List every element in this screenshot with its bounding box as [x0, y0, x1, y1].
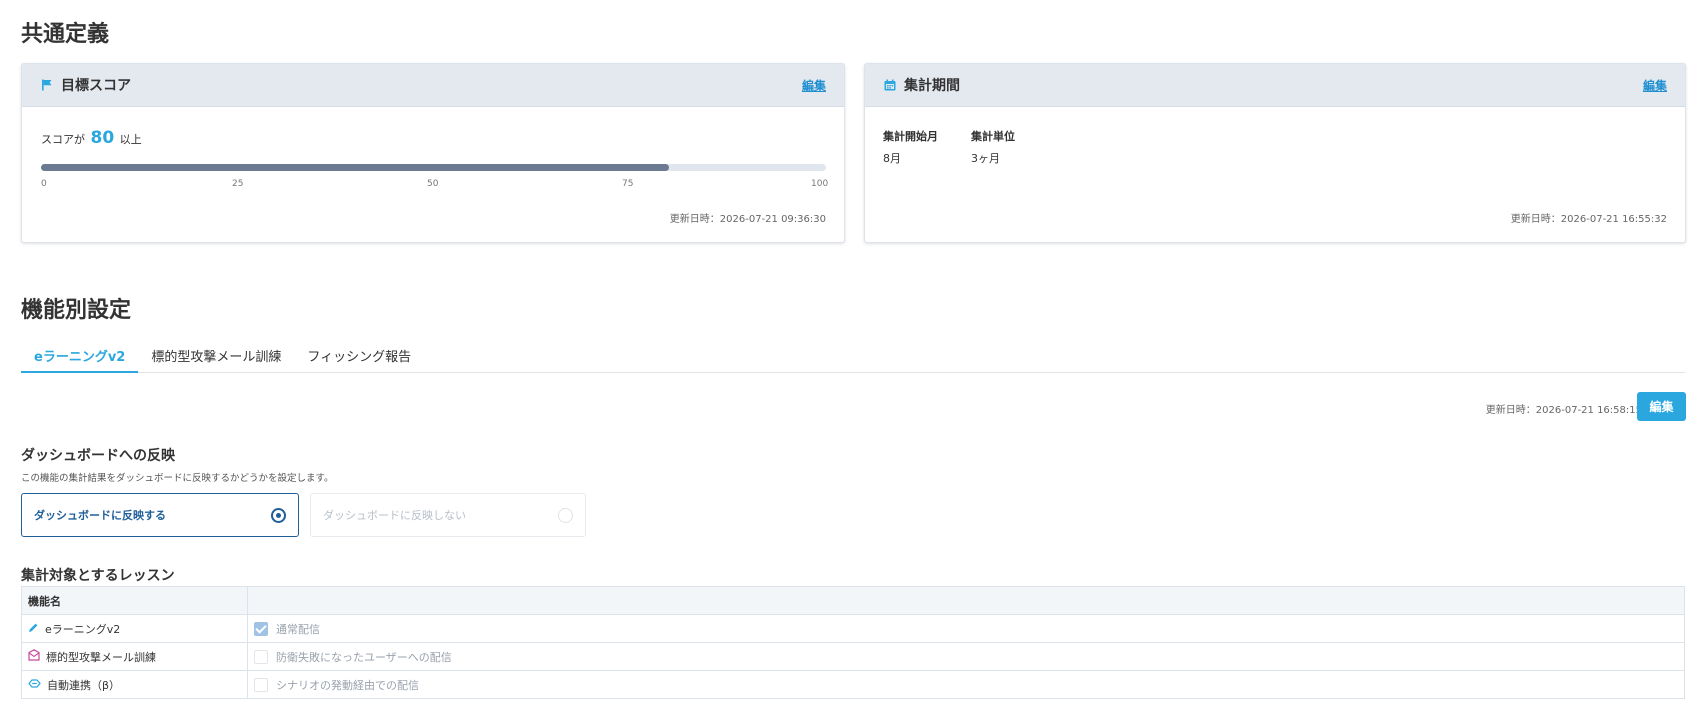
radio-dashboard-not-reflect[interactable]: ダッシュボードに反映しない [310, 493, 586, 537]
row-name-label: 自動連携（β） [47, 678, 121, 692]
period-start-label: 集計開始月 [883, 130, 938, 143]
row-name-targeted-attack: 標的型攻撃メール訓練 [28, 649, 241, 665]
target-score-title: 目標スコア [61, 78, 131, 94]
checkbox-scenario-delivery[interactable] [254, 677, 268, 692]
period-unit-value: 3ヶ月 [971, 152, 1000, 165]
table-header-empty [247, 586, 1685, 615]
dashboard-title: ダッシュボードへの反映 [21, 448, 175, 464]
target-score-edit-link[interactable]: 編集 [802, 77, 826, 94]
score-tick-0: 0 [41, 179, 47, 189]
row-name-auto-link: 自動連携（β） [28, 677, 241, 693]
radio-dashboard-not-reflect-label: ダッシュボードに反映しない [323, 509, 466, 522]
flag-icon [41, 79, 53, 91]
table-row: eラーニングv2 通常配信 [21, 614, 1685, 643]
row-option-label: シナリオの発動経由での配信 [276, 678, 419, 692]
score-progress-track [41, 164, 826, 171]
period-unit-label: 集計単位 [971, 130, 1015, 143]
table-header-row: 機能名 [21, 586, 1685, 615]
score-value: 80 [90, 128, 115, 148]
lessons-title: 集計対象とするレッスン [21, 568, 175, 584]
row-name-elearning: eラーニングv2 [28, 621, 241, 637]
feature-section-title: 機能別設定 [21, 298, 132, 323]
period-values: 集計開始月 8月 集計単位 3ヶ月 [883, 128, 1015, 166]
radio-selected-icon [271, 507, 286, 523]
radio-unselected-icon [558, 507, 573, 523]
feature-updated: 更新日時：2026-07-21 16:58:15 [1485, 405, 1642, 416]
row-option-auto-link: シナリオの発動経由での配信 [254, 677, 1678, 693]
pencil-icon [28, 622, 39, 636]
tab-phishing-report[interactable]: フィッシング報告 [294, 341, 424, 373]
period-edit-link[interactable]: 編集 [1643, 77, 1667, 94]
feature-edit-button[interactable]: 編集 [1637, 392, 1686, 421]
row-option-elearning: 通常配信 [254, 621, 1678, 637]
period-header: 集計期間 編集 [865, 64, 1685, 107]
checkbox-failed-user-delivery[interactable] [254, 649, 268, 664]
score-progress-fill [41, 164, 669, 171]
target-score-header: 目標スコア 編集 [22, 64, 844, 107]
row-name-label: 標的型攻撃メール訓練 [46, 650, 156, 664]
dashboard-description: この機能の集計結果をダッシュボードに反映するかどうかを設定します。 [21, 473, 334, 484]
period-unit: 集計単位 3ヶ月 [971, 128, 1015, 166]
table-header-name: 機能名 [21, 586, 248, 615]
score-tick-25: 25 [232, 179, 244, 189]
link-icon [28, 678, 41, 692]
period-title: 集計期間 [904, 78, 960, 94]
settings-page: 共通定義 目標スコア 編集 スコアが 80 以上 0 25 50 75 100 … [0, 0, 1698, 706]
table-row: 自動連携（β） シナリオの発動経由での配信 [21, 670, 1685, 699]
lessons-table: 機能名 eラーニングv2 通常配信 標的型攻撃メール訓練 防衛失敗になったユーザ… [21, 586, 1685, 699]
tab-targeted-attack-training[interactable]: 標的型攻撃メール訓練 [138, 341, 294, 373]
row-option-label: 通常配信 [276, 622, 320, 636]
mail-shield-icon [28, 649, 40, 664]
target-score-updated: 更新日時：2026-07-21 09:36:30 [669, 214, 826, 225]
common-section-title: 共通定義 [21, 22, 110, 47]
checkbox-regular-delivery[interactable] [254, 621, 268, 636]
tab-elearning-v2[interactable]: eラーニングv2 [21, 341, 139, 373]
period-card: 集計期間 編集 集計開始月 8月 集計単位 3ヶ月 更新日時：2026-07-2… [864, 63, 1686, 243]
period-start-value: 8月 [883, 152, 901, 165]
row-option-targeted-attack: 防衛失敗になったユーザーへの配信 [254, 649, 1678, 665]
calendar-icon [884, 79, 896, 91]
period-start: 集計開始月 8月 [883, 128, 971, 166]
feature-tabs: eラーニングv2 標的型攻撃メール訓練 フィッシング報告 [21, 341, 1685, 373]
score-tick-75: 75 [622, 179, 634, 189]
radio-dashboard-reflect-label: ダッシュボードに反映する [34, 509, 166, 522]
score-tick-50: 50 [427, 179, 439, 189]
period-updated: 更新日時：2026-07-21 16:55:32 [1510, 214, 1667, 225]
table-row: 標的型攻撃メール訓練 防衛失敗になったユーザーへの配信 [21, 642, 1685, 671]
score-suffix: 以上 [119, 133, 142, 146]
row-name-label: eラーニングv2 [45, 622, 121, 636]
row-option-label: 防衛失敗になったユーザーへの配信 [276, 650, 452, 664]
score-condition: スコアが 80 以上 [41, 128, 142, 148]
score-prefix: スコアが [41, 133, 85, 146]
radio-dashboard-reflect[interactable]: ダッシュボードに反映する [21, 493, 299, 537]
target-score-card: 目標スコア 編集 スコアが 80 以上 0 25 50 75 100 更新日時：… [21, 63, 845, 243]
score-tick-100: 100 [811, 179, 829, 189]
